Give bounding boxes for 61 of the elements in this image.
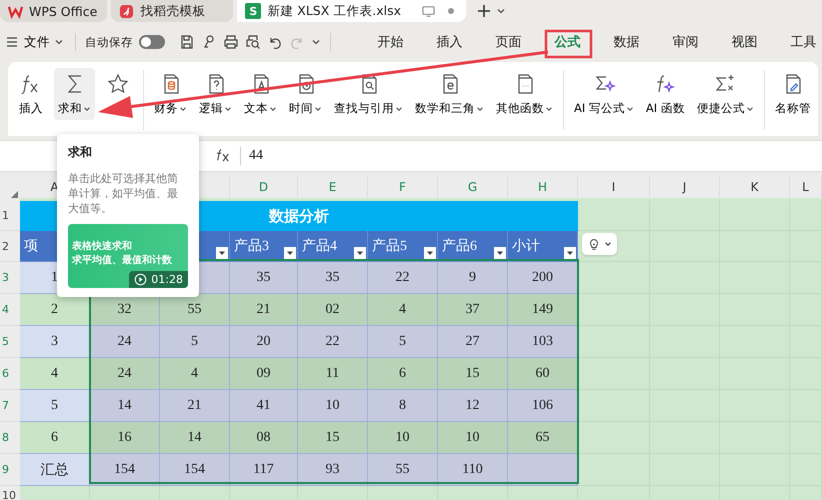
table-cell: 08 [230, 422, 298, 454]
table-cell: 154 [90, 454, 160, 486]
table-cell: 2 [20, 294, 90, 326]
table-cell: 4 [368, 294, 438, 326]
table-cell: 60 [508, 358, 578, 390]
header-label: 产品6 [442, 237, 477, 255]
table-cell: 11 [298, 358, 368, 390]
autosave-label: 自动保存 [85, 34, 133, 50]
table-cell: 12 [438, 390, 508, 422]
table-cell: 154 [160, 454, 230, 486]
table-cell: 65 [508, 422, 578, 454]
table-cell: 200 [508, 262, 578, 294]
table-cell: 16 [90, 422, 160, 454]
table-cell: 汇总 [20, 454, 90, 486]
table-cell: 02 [298, 294, 368, 326]
table-cell: 22 [368, 262, 438, 294]
table-cell: 10 [438, 422, 508, 454]
table-cell: 35 [298, 262, 368, 294]
table-cell: 4 [20, 358, 90, 390]
table-cell: 10 [368, 422, 438, 454]
table-cell: 6 [20, 422, 90, 454]
table-cell: 14 [90, 390, 160, 422]
table-cell: 93 [298, 454, 368, 486]
table-cell: 09 [230, 358, 298, 390]
table-cell: 149 [508, 294, 578, 326]
table-cell: 55 [368, 454, 438, 486]
table-cell: 21 [230, 294, 298, 326]
table-cell: 24 [90, 326, 160, 358]
table-cell: 15 [298, 422, 368, 454]
table-cell: 55 [160, 294, 230, 326]
table-cell: 24 [90, 358, 160, 390]
table-cell: 8 [368, 390, 438, 422]
table-cell: 5 [160, 326, 230, 358]
table-cell: 37 [438, 294, 508, 326]
header-label: 项 [24, 238, 38, 255]
table-cell: 106 [508, 390, 578, 422]
table-cell: 3 [20, 326, 90, 358]
table-cell: 22 [298, 326, 368, 358]
table-cell: 27 [438, 326, 508, 358]
table-cell: 5 [368, 326, 438, 358]
table-cell: 4 [160, 358, 230, 390]
table-cell: 14 [160, 422, 230, 454]
table-cell: 21 [160, 390, 230, 422]
table-cell: 41 [230, 390, 298, 422]
header-label: 产品5 [372, 237, 407, 255]
table-cell: 9 [438, 262, 508, 294]
header-label: 产品3 [234, 237, 269, 255]
table-cell: 35 [230, 262, 298, 294]
table-cell: 103 [508, 326, 578, 358]
table-cell: 10 [298, 390, 368, 422]
table-cell: 15 [438, 358, 508, 390]
header-label: 产品4 [302, 237, 337, 255]
header-label: 小计 [512, 238, 540, 255]
sheet-logo: S [245, 3, 262, 19]
video-caption: 表格快速求和 [72, 240, 133, 254]
table-cell: 110 [438, 454, 508, 486]
table-cell: 117 [230, 454, 298, 486]
table-cell: 20 [230, 326, 298, 358]
tooltip-title: 求和 [68, 144, 93, 161]
table-cell: 6 [368, 358, 438, 390]
table-cell: 5 [20, 390, 90, 422]
